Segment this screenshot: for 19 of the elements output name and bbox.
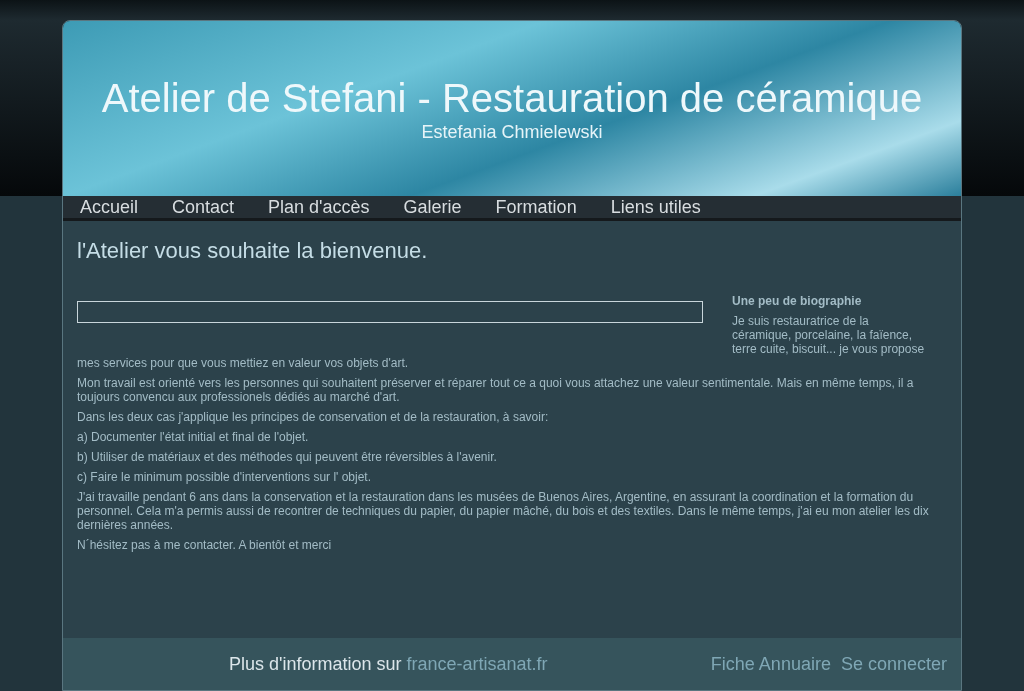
- nav-link[interactable]: Liens utiles: [610, 195, 701, 218]
- footer-text: Plus d'information sur: [229, 652, 402, 676]
- site-subtitle: Estefania Chmielewski: [421, 121, 603, 143]
- body-paragraph: a) Documenter l'état initial et final de l'objet.: [77, 430, 310, 444]
- nav-link[interactable]: Contact: [172, 195, 235, 218]
- body-paragraph: Mon travail est orienté vers les personnes qui souhaitent préserver et réparer tout ce a quoi vous attachez une valeur sentimentale. Mais en même temps, il a toujours convencu aux professionels dédiés au marché d'art.: [77, 376, 915, 404]
- body-paragraph: Dans les deux cas j'applique les principes de conservation et de la restauration, à savoir:: [77, 410, 550, 424]
- body-paragraph: b) Utiliser de matériaux et des méthodes qui peuvent être réversibles à l'avenir.: [77, 450, 498, 464]
- body-paragraph: N´hésitez pas à me contacter. A bientôt et merci: [77, 538, 333, 552]
- nav-link[interactable]: Accueil: [80, 195, 139, 218]
- nav-link[interactable]: Formation: [495, 195, 577, 218]
- nav-link[interactable]: Plan d'accès: [268, 195, 370, 218]
- body-paragraph: Je suis restauratrice de la céramique, porcelaine, la faïence, terre cuite, biscuit... je vous propose mes services pour que vous mettiez en valeur vos objets d'art.: [77, 314, 926, 370]
- body-paragraph: J'ai travaille pendant 6 ans dans la conservation et la restauration dans les musées de Buenos Aires, Argentine, en assurant la coordination et la formation du personnel. Cela m'a permis aussi de recontrer de techniques du papier, du papier mâché, du bois et des textiles. Dans le même temps, j'ai eu mon atelier les dix dernières années.: [77, 490, 930, 532]
- nav-link[interactable]: Galerie: [403, 195, 462, 218]
- site-title: Atelier de Stefani - Restauration de céramique: [101, 75, 923, 121]
- bio-heading: Une peu de biographie: [731, 294, 863, 308]
- body-paragraph: c) Faire le minimum possible d'interventions sur l' objet.: [77, 470, 373, 484]
- page-heading: l'Atelier vous souhaite la bienvenue.: [77, 238, 429, 264]
